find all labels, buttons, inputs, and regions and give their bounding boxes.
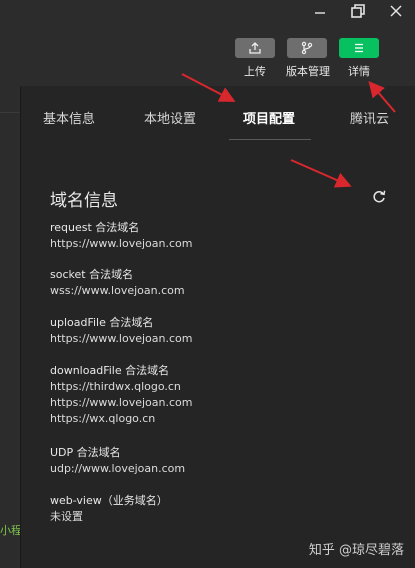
minimize-icon [315, 12, 325, 14]
version-label: 版本管理 [286, 65, 330, 78]
domain-value: https://wx.qlogo.cn [50, 412, 156, 425]
domain-label: UDP 合法域名 [50, 446, 121, 459]
domain-label: socket 合法域名 [50, 268, 134, 281]
domain-label: downloadFile 合法域名 [50, 364, 170, 377]
tab-project-config[interactable]: 项目配置 [243, 108, 295, 127]
domain-value: https://www.lovejoan.com [50, 396, 193, 409]
domain-webview: web-view（业务域名） 未设置 [50, 493, 168, 525]
restore-button[interactable] [339, 0, 377, 22]
details-label: 详情 [348, 65, 370, 78]
workspace-background [0, 0, 20, 568]
close-icon [390, 5, 402, 17]
domain-request: request 合法域名 https://www.lovejoan.com [50, 220, 192, 252]
version-button[interactable]: 版本管理 [286, 38, 330, 79]
domain-label: request 合法域名 [50, 221, 140, 234]
domain-uploadfile: uploadFile 合法域名 https://www.lovejoan.com [50, 315, 192, 347]
minimize-button[interactable] [301, 0, 339, 22]
tab-local-settings[interactable]: 本地设置 [144, 108, 196, 127]
branch-icon [301, 41, 313, 55]
section-title: 域名信息 [50, 191, 118, 211]
tab-tencent-cloud[interactable]: 腾讯云 [350, 108, 389, 127]
domain-socket: socket 合法域名 wss://www.lovejoan.com [50, 267, 185, 299]
upload-button[interactable]: 上传 [234, 38, 276, 79]
refresh-icon[interactable] [371, 189, 387, 205]
divider [0, 112, 20, 113]
details-icon-box[interactable] [339, 38, 379, 58]
domain-value: https://www.lovejoan.com [50, 237, 193, 250]
upload-icon-box[interactable] [235, 38, 275, 58]
sidebar-text-fragment: 小程 [0, 524, 20, 537]
domain-label: uploadFile 合法域名 [50, 316, 154, 329]
menu-icon [355, 43, 363, 53]
tab-basic-info[interactable]: 基本信息 [43, 108, 95, 127]
domain-value: udp://www.lovejoan.com [50, 462, 186, 475]
version-icon-box[interactable] [287, 38, 327, 58]
domain-value: https://thirdwx.qlogo.cn [50, 380, 181, 393]
domain-value: 未设置 [50, 510, 83, 523]
watermark: 知乎 @琼尽碧落 [308, 543, 404, 558]
details-button[interactable]: 详情 [338, 38, 380, 79]
domain-value: https://www.lovejoan.com [50, 332, 193, 345]
domain-value: wss://www.lovejoan.com [50, 284, 185, 297]
upload-icon [249, 42, 261, 54]
close-button[interactable] [377, 0, 415, 22]
upload-label: 上传 [244, 65, 266, 78]
window-controls [301, 0, 415, 22]
restore-icon [351, 4, 365, 18]
domain-udp: UDP 合法域名 udp://www.lovejoan.com [50, 445, 185, 477]
details-panel: 基本信息 本地设置 项目配置 腾讯云 域名信息 request 合法域名 htt… [20, 86, 415, 568]
panel-tabs: 基本信息 本地设置 项目配置 腾讯云 [21, 86, 415, 142]
domain-downloadfile: downloadFile 合法域名 https://thirdwx.qlogo.… [50, 363, 192, 427]
active-tab-indicator [229, 139, 311, 140]
domain-label: web-view（业务域名） [50, 494, 168, 507]
